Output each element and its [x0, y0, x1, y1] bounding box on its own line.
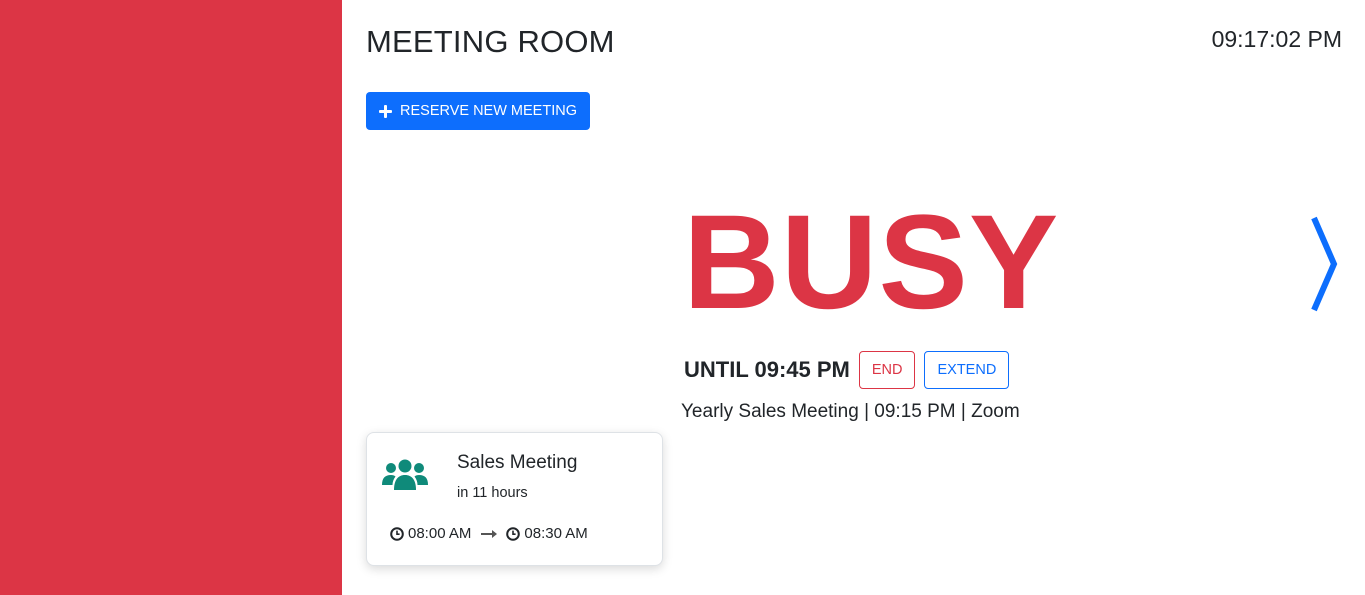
until-row: UNTIL 09:45 PM END EXTEND	[684, 351, 1010, 389]
upcoming-meeting-title: Sales Meeting	[457, 452, 578, 473]
meeting-end-time: 08:30 AM	[524, 525, 588, 542]
upcoming-meeting-card[interactable]: Sales Meeting in 11 hours 08:00 AM 08:30…	[366, 432, 663, 566]
until-text: UNTIL 09:45 PM	[684, 357, 850, 382]
users-group-icon	[382, 457, 428, 491]
clock-icon	[390, 526, 404, 541]
upcoming-meeting-times: 08:00 AM 08:30 AM	[390, 525, 588, 542]
status-sidebar	[0, 0, 342, 595]
meeting-start-time: 08:00 AM	[408, 525, 472, 542]
clock-icon	[506, 526, 521, 541]
upcoming-meeting-relative-time: in 11 hours	[457, 485, 528, 501]
end-button[interactable]: END	[858, 351, 916, 389]
current-meeting-info: Yearly Sales Meeting | 09:15 PM | Zoom	[681, 401, 1020, 422]
room-title: MEETING ROOM	[366, 24, 615, 59]
reserve-new-meeting-button[interactable]: RESERVE NEW MEETING	[366, 92, 590, 130]
reserve-button-label: RESERVE NEW MEETING	[400, 103, 577, 119]
clock: 09:17:02 PM	[1211, 26, 1342, 52]
status-label: BUSY	[683, 188, 1060, 337]
plus-icon	[379, 104, 392, 118]
extend-button[interactable]: EXTEND	[924, 351, 1010, 389]
chevron-right-icon[interactable]	[1306, 214, 1342, 314]
arrow-right-icon	[481, 529, 498, 539]
